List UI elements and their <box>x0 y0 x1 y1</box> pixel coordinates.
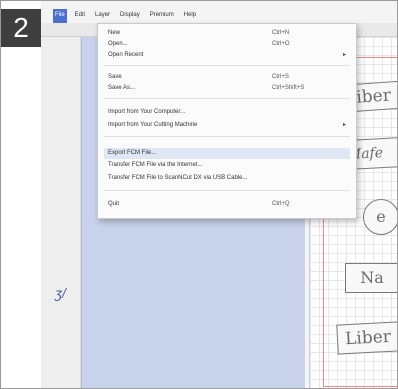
menu-item-open-recent[interactable]: Open Recent ▸ <box>104 50 350 61</box>
canvas-plaque[interactable]: Na <box>345 263 397 293</box>
menu-item-open[interactable]: Open... Ctrl+O <box>104 39 350 50</box>
left-panel-glyph: ʒ/ <box>55 285 66 301</box>
menu-separator <box>104 136 350 137</box>
menu-edit[interactable]: Edit <box>73 9 87 23</box>
menu-item-import-machine[interactable]: Import from Your Cutting Machine ▸ <box>104 120 350 131</box>
menu-item-export-fcm[interactable]: Export FCM File... <box>104 148 350 159</box>
menu-item-save[interactable]: Save Ctrl+S <box>104 72 350 83</box>
canvas-plaque[interactable]: Liber <box>336 321 397 355</box>
step-badge: 2 <box>1 9 41 47</box>
menu-help[interactable]: Help <box>182 9 198 23</box>
menu-item-quit[interactable]: Quit Ctrl+Q <box>104 199 350 210</box>
menu-separator <box>104 190 350 191</box>
file-menu-dropdown: New Ctrl+N Open... Ctrl+O Open Recent ▸ Sav… <box>97 23 357 219</box>
menu-display[interactable]: Display <box>118 9 142 23</box>
canvas-plaque[interactable]: e <box>363 199 397 235</box>
menu-premium[interactable]: Premium <box>148 9 176 23</box>
menu-item-transfer-internet[interactable]: Transfer FCM File via the Internet... <box>104 160 350 171</box>
menu-file[interactable]: File <box>53 9 67 23</box>
menu-layer[interactable]: Layer <box>93 9 112 23</box>
menu-separator <box>104 65 350 66</box>
menu-separator <box>104 98 350 99</box>
submenu-arrow-icon: ▸ <box>342 52 346 58</box>
app-window: File Edit Layer Display Premium Help ʒ/ … <box>41 1 397 388</box>
screenshot-frame: 2 File Edit Layer Display Premium Help ʒ… <box>0 0 398 389</box>
menubar: File Edit Layer Display Premium Help <box>53 9 198 23</box>
left-panel: ʒ/ <box>41 37 81 388</box>
menu-item-new[interactable]: New Ctrl+N <box>104 28 350 39</box>
menu-item-save-as[interactable]: Save As... Ctrl+Shift+S <box>104 83 350 94</box>
submenu-arrow-icon: ▸ <box>342 122 346 128</box>
menu-item-transfer-usb[interactable]: Transfer FCM File to ScanNCut DX via USB… <box>104 173 350 184</box>
menu-item-import-computer[interactable]: Import from Your Computer... <box>104 107 350 118</box>
